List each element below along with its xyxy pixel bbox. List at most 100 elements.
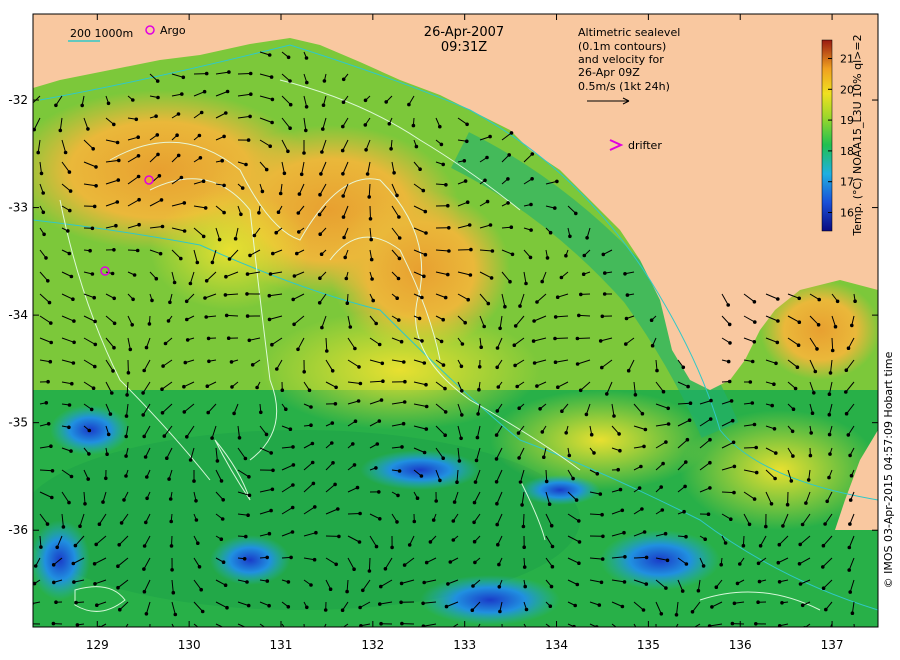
velocity-arrow-head xyxy=(380,361,385,366)
velocity-arrow-head xyxy=(348,325,353,329)
velocity-arrow-head xyxy=(288,427,293,432)
velocity-arrow-head xyxy=(104,476,108,481)
velocity-arrow-head xyxy=(304,128,308,133)
velocity-arrow-head xyxy=(181,75,186,80)
velocity-arrow-head xyxy=(806,478,811,482)
velocity-arrow-head xyxy=(75,623,80,627)
velocity-arrow-head xyxy=(290,530,295,534)
velocity-arrow-head xyxy=(600,365,604,370)
velocity-arrow-head xyxy=(374,544,379,549)
velocity-arrow-head xyxy=(320,150,324,154)
velocity-arrow-head xyxy=(684,460,688,464)
velocity-arrow-head xyxy=(86,477,90,481)
velocity-arrow-head xyxy=(503,304,507,309)
velocity-arrow-head xyxy=(448,560,453,564)
velocity-arrow-head xyxy=(754,470,759,475)
velocity-arrow-head xyxy=(521,524,526,529)
velocity-arrow-head xyxy=(470,608,475,613)
velocity-arrow-head xyxy=(781,524,785,528)
velocity-arrow xyxy=(368,557,371,572)
velocity-arrow-head xyxy=(223,583,228,588)
velocity-arrow-head xyxy=(469,247,473,252)
velocity-arrow-head xyxy=(496,385,501,389)
velocity-arrow-head xyxy=(197,565,202,569)
velocity-arrow-head xyxy=(553,336,557,341)
velocity-arrow-head xyxy=(463,320,468,325)
velocity-arrow-head xyxy=(714,585,719,590)
velocity-arrow-head xyxy=(227,70,231,74)
velocity-arrow-head xyxy=(559,275,564,280)
velocity-arrow-head xyxy=(30,103,33,106)
velocity-arrow-head xyxy=(54,600,58,605)
velocity-arrow-head xyxy=(155,133,160,137)
velocity-arrow-head xyxy=(618,448,622,453)
velocity-arrow-head xyxy=(222,210,226,215)
velocity-arrow-head xyxy=(176,112,181,116)
velocity-arrow-head xyxy=(540,279,545,284)
velocity-arrow-head xyxy=(341,194,346,198)
velocity-arrow-head xyxy=(358,605,362,610)
velocity-arrow-head xyxy=(136,135,140,139)
lon-tick-label: 131 xyxy=(270,638,293,652)
velocity-arrow-head xyxy=(264,432,269,437)
velocity-arrow-head xyxy=(311,481,316,486)
velocity-arrow-head xyxy=(355,485,360,490)
velocity-arrow-head xyxy=(45,522,50,526)
velocity-arrow-head xyxy=(270,97,275,102)
velocity-arrow-head xyxy=(166,319,171,323)
velocity-arrow-head xyxy=(340,148,345,153)
velocity-arrow xyxy=(237,73,251,75)
velocity-arrow-head xyxy=(847,568,852,572)
velocity-arrow-head xyxy=(451,519,456,523)
velocity-arrow-head xyxy=(230,385,234,389)
velocity-arrow-head xyxy=(78,524,82,529)
velocity-arrow-head xyxy=(331,461,335,465)
velocity-arrow-head xyxy=(243,456,248,461)
velocity-arrow-head xyxy=(791,407,796,412)
velocity-arrow-head xyxy=(403,379,407,384)
velocity-arrow-head xyxy=(93,342,98,347)
velocity-arrow-head xyxy=(483,178,487,183)
velocity-arrow-head xyxy=(203,296,207,300)
velocity-arrow-head xyxy=(363,98,368,103)
velocity-arrow-head xyxy=(150,298,154,303)
velocity-arrow-head xyxy=(827,412,832,417)
velocity-arrow-head xyxy=(415,496,420,501)
velocity-arrow-head xyxy=(270,342,274,347)
velocity-arrow-head xyxy=(497,562,501,567)
velocity-arrow-head xyxy=(438,124,442,129)
velocity-arrow-head xyxy=(732,601,737,606)
velocity-arrow-head xyxy=(252,233,257,238)
velocity-arrow-head xyxy=(827,432,832,437)
velocity-arrow-head xyxy=(602,292,607,296)
velocity-arrow-head xyxy=(384,100,389,104)
velocity-arrow-head xyxy=(291,483,295,487)
velocity-arrow-head xyxy=(302,151,306,155)
velocity-arrow-head xyxy=(49,340,54,345)
velocity-arrow-head xyxy=(144,612,149,616)
velocity-arrow-head xyxy=(154,114,158,118)
velocity-arrow-head xyxy=(87,452,91,456)
velocity-arrow-head xyxy=(764,524,768,529)
velocity-arrow-head xyxy=(701,564,706,568)
velocity-arrow-head xyxy=(477,365,482,369)
velocity-arrow-head xyxy=(246,513,250,518)
velocity-arrow-head xyxy=(532,361,537,365)
velocity-arrow-head xyxy=(158,251,163,256)
velocity-arrow-head xyxy=(271,251,275,256)
velocity-arrow-head xyxy=(257,211,261,215)
velocity-arrow-head xyxy=(821,586,826,591)
sst-map-figure: 129 130 131 132 133 134 135 136 137 -32 -33 -34 -35… xyxy=(8,13,895,652)
velocity-arrow-head xyxy=(497,585,502,589)
velocity-arrow-head xyxy=(623,272,627,276)
velocity-arrow-head xyxy=(142,567,146,571)
velocity-arrow-head xyxy=(688,629,691,632)
velocity-arrow-head xyxy=(270,120,274,125)
velocity-arrow-head xyxy=(265,579,270,583)
velocity-arrow-head xyxy=(83,502,87,506)
lat-tick-label: -36 xyxy=(8,523,28,537)
velocity-arrow-head xyxy=(392,171,396,175)
velocity-arrow-head xyxy=(680,589,685,593)
velocity-arrow-head xyxy=(769,502,774,506)
velocity-arrow-head xyxy=(143,455,148,459)
